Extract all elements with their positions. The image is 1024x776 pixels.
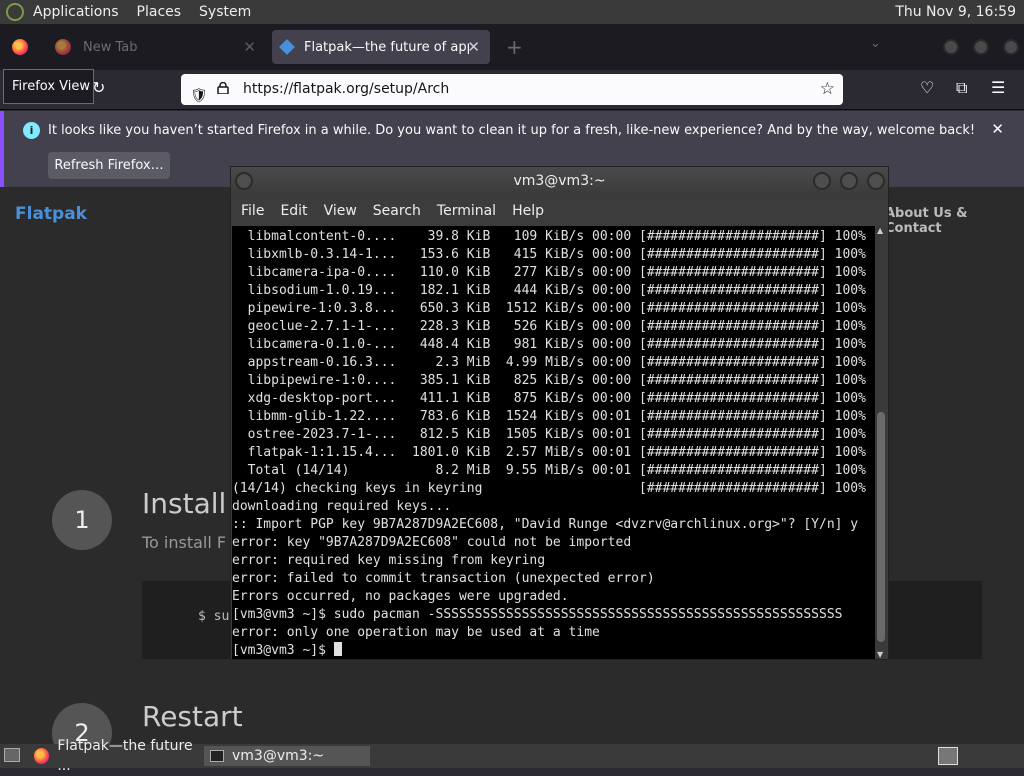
panel-clock[interactable]: Thu Nov 9, 16:59 xyxy=(895,0,1016,24)
firefox-icon xyxy=(34,748,50,764)
new-tab-icon[interactable]: + xyxy=(506,35,523,59)
flatpak-favicon-icon xyxy=(279,39,295,55)
menu-view[interactable]: View xyxy=(316,203,365,219)
menu-terminal[interactable]: Terminal xyxy=(429,203,504,219)
terminal-window[interactable]: vm3@vm3:~ File Edit View Search Terminal… xyxy=(230,166,889,660)
terminal-line: libxmlb-0.3.14-1... 153.6 KiB 415 KiB/s … xyxy=(232,247,866,262)
info-icon: i xyxy=(23,122,40,139)
menu-system[interactable]: System xyxy=(190,0,260,24)
notification-message: It looks like you haven’t started Firefo… xyxy=(48,123,976,138)
terminal-line: Errors occurred, no packages were upgrad… xyxy=(232,589,569,604)
refresh-firefox-button[interactable]: Refresh Firefox… xyxy=(48,152,170,179)
terminal-titlebar[interactable]: vm3@vm3:~ xyxy=(231,167,888,196)
terminal-line: downloading required keys... xyxy=(232,499,452,514)
menu-file[interactable]: File xyxy=(233,203,272,219)
close-window-icon[interactable] xyxy=(1003,39,1019,55)
terminal-line: libmalcontent-0.... 39.8 KiB 109 KiB/s 0… xyxy=(232,229,866,244)
tab-title: Flatpak—the future of appli xyxy=(304,39,469,55)
terminal-prompt: [vm3@vm3 ~]$ xyxy=(232,643,334,658)
pocket-icon[interactable]: ♡ xyxy=(920,78,934,97)
step-description: To install F xyxy=(142,533,227,552)
terminal-line: error: failed to commit transaction (une… xyxy=(232,571,655,586)
url-text: https://flatpak.org/setup/Arch xyxy=(243,81,450,97)
terminal-line: geoclue-2.7.1-1-... 228.3 KiB 526 KiB/s … xyxy=(232,319,866,334)
firefox-view-tooltip: Firefox View xyxy=(3,69,94,104)
menu-help[interactable]: Help xyxy=(504,203,552,219)
terminal-line: error: only one operation may be used at… xyxy=(232,625,600,640)
menu-search[interactable]: Search xyxy=(365,203,429,219)
url-bar[interactable]: 🛡 https://flatpak.org/setup/Arch ☆ xyxy=(181,74,843,105)
firefox-icon xyxy=(55,39,71,55)
top-panel: Applications Places System Thu Nov 9, 16… xyxy=(0,0,1024,24)
terminal-scrollbar[interactable]: ▲ ▼ xyxy=(875,226,887,659)
step-title: Restart xyxy=(142,700,243,733)
terminal-line: Total (14/14) 8.2 MiB 9.55 MiB/s 00:01 [… xyxy=(232,463,866,478)
lock-icon[interactable] xyxy=(217,82,229,94)
minimize-icon[interactable] xyxy=(943,39,959,55)
terminal-line: [vm3@vm3 ~]$ sudo pacman -SSSSSSSSSSSSSS… xyxy=(232,607,843,622)
firefox-tabstrip: New Tab ✕ Flatpak—the future of appli ✕ … xyxy=(0,24,1024,70)
tracking-protection-icon[interactable]: 🛡 xyxy=(190,81,208,112)
bottom-panel: Flatpak—the future ... vm3@vm3:~ xyxy=(0,738,1024,774)
maximize-icon[interactable] xyxy=(840,172,858,190)
tab-new-tab[interactable]: New Tab ✕ xyxy=(50,30,266,64)
workspace-switcher-icon[interactable] xyxy=(938,747,958,765)
menu-places[interactable]: Places xyxy=(128,0,191,24)
terminal-prompt-line: [vm3@vm3 ~]$ xyxy=(232,642,876,659)
terminal-line: libmm-glib-1.22.... 783.6 KiB 1524 KiB/s… xyxy=(232,409,866,424)
mate-logo-icon[interactable] xyxy=(6,3,24,21)
terminal-menu-icon[interactable] xyxy=(235,172,253,190)
close-tab-icon[interactable]: ✕ xyxy=(467,38,480,56)
step-title: Install xyxy=(142,487,227,520)
terminal-line: appstream-0.16.3... 2.3 MiB 4.99 MiB/s 0… xyxy=(232,355,866,370)
taskbar-item-firefox[interactable]: Flatpak—the future ... xyxy=(34,738,204,774)
terminal-line: :: Import PGP key 9B7A287D9A2EC608, "Dav… xyxy=(232,517,859,532)
terminal-line: libcamera-0.1.0-... 448.4 KiB 981 KiB/s … xyxy=(232,337,866,352)
maximize-icon[interactable] xyxy=(973,39,989,55)
tab-title: New Tab xyxy=(83,39,138,55)
terminal-line: libpipewire-1:0.... 385.1 KiB 825 KiB/s … xyxy=(232,373,866,388)
scroll-down-icon[interactable]: ▼ xyxy=(877,650,883,659)
taskbar-item-terminal[interactable]: vm3@vm3:~ xyxy=(204,746,370,766)
terminal-line: libcamera-ipa-0.... 110.0 KiB 277 KiB/s … xyxy=(232,265,866,280)
terminal-output[interactable]: libmalcontent-0.... 39.8 KiB 109 KiB/s 0… xyxy=(232,226,876,659)
tab-flatpak[interactable]: Flatpak—the future of appli ✕ xyxy=(272,30,490,64)
terminal-cursor xyxy=(333,642,342,656)
terminal-title: vm3@vm3:~ xyxy=(513,173,606,189)
list-all-tabs-icon[interactable]: ⌄ xyxy=(870,36,881,51)
taskbar-item-label: Flatpak—the future ... xyxy=(57,738,193,774)
menu-edit[interactable]: Edit xyxy=(272,203,315,219)
terminal-line: ostree-2023.7-1-... 812.5 KiB 1505 KiB/s… xyxy=(232,427,866,442)
show-desktop-icon[interactable] xyxy=(4,748,20,762)
nav-about-link[interactable]: About Us & Contact xyxy=(885,206,1024,236)
bookmark-star-icon[interactable]: ☆ xyxy=(820,74,835,105)
close-window-icon[interactable] xyxy=(867,172,885,190)
step-number: 1 xyxy=(52,490,112,550)
scrollbar-thumb[interactable] xyxy=(877,412,885,642)
app-menu-icon[interactable]: ☰ xyxy=(991,78,1005,97)
extensions-icon[interactable]: ⧉ xyxy=(956,78,967,98)
terminal-line: flatpak-1:1.15.4... 1801.0 KiB 2.57 MiB/… xyxy=(232,445,866,460)
close-notification-icon[interactable]: ✕ xyxy=(991,120,1004,138)
menu-applications[interactable]: Applications xyxy=(24,0,128,24)
firefox-navbar: ↻ 🛡 https://flatpak.org/setup/Arch ☆ ♡ ⧉… xyxy=(0,70,1024,110)
terminal-line: libsodium-1.0.19... 182.1 KiB 444 KiB/s … xyxy=(232,283,866,298)
terminal-line: (14/14) checking keys in keyring [######… xyxy=(232,481,866,496)
taskbar-item-label: vm3@vm3:~ xyxy=(232,748,325,764)
minimize-icon[interactable] xyxy=(813,172,831,190)
terminal-line: pipewire-1:0.3.8... 650.3 KiB 1512 KiB/s… xyxy=(232,301,866,316)
terminal-line: xdg-desktop-port... 411.1 KiB 875 KiB/s … xyxy=(232,391,866,406)
terminal-line: error: key "9B7A287D9A2EC608" could not … xyxy=(232,535,632,550)
close-tab-icon[interactable]: ✕ xyxy=(243,38,256,56)
terminal-line: error: required key missing from keyring xyxy=(232,553,546,568)
code-text: $ su xyxy=(198,609,230,624)
scroll-up-icon[interactable]: ▲ xyxy=(877,226,883,235)
terminal-menubar: File Edit View Search Terminal Help xyxy=(231,196,888,226)
reload-icon[interactable]: ↻ xyxy=(92,78,105,97)
flatpak-logo[interactable]: Flatpak xyxy=(15,204,87,224)
terminal-icon xyxy=(210,750,224,762)
firefox-view-icon[interactable] xyxy=(12,39,28,55)
